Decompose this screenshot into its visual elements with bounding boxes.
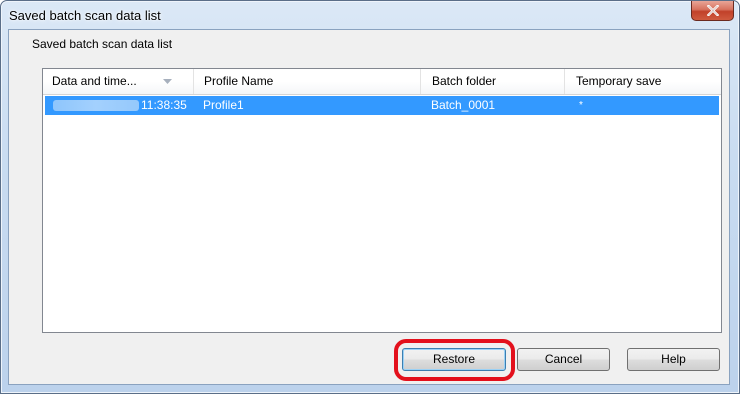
column-header-profile-name[interactable]: Profile Name xyxy=(194,69,421,94)
list-row-selected[interactable]: 11:38:35 Profile1 Batch_0001 * xyxy=(45,96,719,115)
column-header-label: Batch folder xyxy=(432,74,497,88)
close-button[interactable] xyxy=(691,1,734,21)
column-header-date-time[interactable]: Data and time... xyxy=(43,69,194,94)
blurred-date xyxy=(53,100,139,111)
cell-profile-name: Profile1 xyxy=(203,98,244,112)
column-header-label: Profile Name xyxy=(204,74,274,88)
column-header-batch-folder[interactable]: Batch folder xyxy=(421,69,565,94)
saved-batch-list[interactable]: Data and time... Profile Name Batch fold… xyxy=(42,68,722,333)
cell-temporary-save: * xyxy=(579,100,583,111)
close-icon xyxy=(707,5,719,16)
list-group-label: Saved batch scan data list xyxy=(32,37,173,51)
list-header: Data and time... Profile Name Batch fold… xyxy=(43,69,721,95)
cell-time: 11:38:35 xyxy=(141,98,187,112)
restore-button[interactable]: Restore xyxy=(402,348,506,371)
help-button[interactable]: Help xyxy=(627,348,720,371)
cancel-button[interactable]: Cancel xyxy=(517,348,610,371)
sort-descending-icon xyxy=(163,79,172,84)
column-header-label: Temporary save xyxy=(576,74,662,88)
title-bar[interactable]: Saved batch scan data list xyxy=(1,1,739,30)
cell-batch-folder: Batch_0001 xyxy=(431,98,496,112)
window-title: Saved batch scan data list xyxy=(9,8,161,23)
column-header-label: Data and time... xyxy=(52,74,137,88)
column-header-temporary-save[interactable]: Temporary save xyxy=(565,69,721,94)
